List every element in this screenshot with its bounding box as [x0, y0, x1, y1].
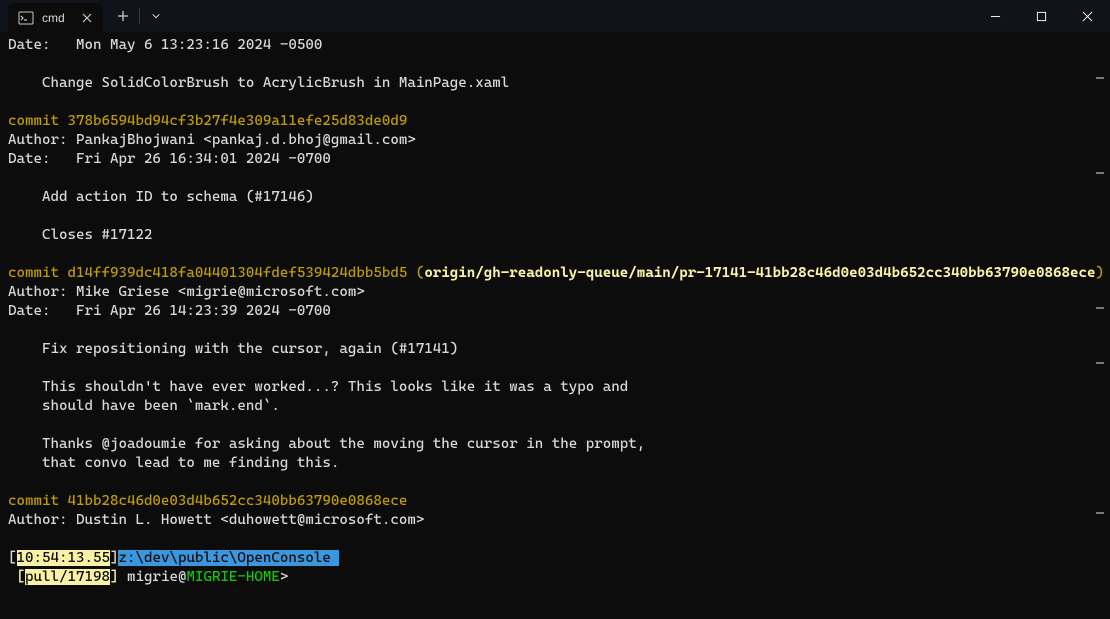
terminal-icon [18, 10, 34, 26]
commit-date: Date: Fri Apr 26 16:34:01 2024 -0700 [8, 151, 331, 167]
terminal-output[interactable]: Date: Mon May 6 13:23:16 2024 -0500 Chan… [0, 32, 1110, 619]
scroll-mark [1096, 512, 1104, 514]
commit-msg: Closes #17122 [8, 227, 152, 243]
branch-bracket: [ [8, 569, 25, 585]
window-controls [972, 0, 1110, 32]
branch-bracket: ] [110, 569, 127, 585]
close-tab-icon[interactable] [79, 10, 95, 26]
prompt-gt: > [280, 569, 289, 585]
log-line: Date: Mon May 6 13:23:16 2024 -0500 [8, 37, 322, 53]
prompt-time: 10:54:13.55 [17, 550, 110, 566]
commit-ref: origin/gh-readonly-queue/main/pr-17141-4… [424, 265, 1095, 281]
commit-msg: Thanks @joadoumie for asking about the m… [8, 436, 645, 452]
commit-author: Author: PankajBhojwani <pankaj.d.bhoj@gm… [8, 132, 416, 148]
tab-label: cmd [42, 11, 65, 25]
close-window-button[interactable] [1064, 0, 1110, 32]
new-tab-button[interactable] [109, 2, 137, 30]
prompt-bracket: [ [8, 550, 17, 566]
tabbar-divider [139, 8, 140, 24]
commit-msg: This shouldn't have ever worked...? This… [8, 379, 628, 395]
prompt-branch: pull/17198 [25, 569, 110, 585]
commit-msg: Add action ID to schema (#17146) [8, 189, 314, 205]
tabbar-buttons [109, 0, 170, 32]
commit-hash: commit 41bb28c46d0e03d4b652cc340bb63790e… [8, 493, 407, 509]
commit-msg: that convo lead to me finding this. [8, 455, 339, 471]
log-line: Change SolidColorBrush to AcrylicBrush i… [8, 75, 509, 91]
commit-author: Author: Mike Griese <migrie@microsoft.co… [8, 284, 365, 300]
ref-paren: ) [1096, 265, 1105, 281]
commit-hash: commit 378b6594bd94cf3b27f4e309a11efe25d… [8, 113, 407, 129]
prompt-path: z:\dev\public\OpenConsole [118, 550, 339, 566]
scroll-mark [1096, 362, 1104, 364]
commit-msg: should have been `mark.end`. [8, 398, 280, 414]
minimize-button[interactable] [972, 0, 1018, 32]
scroll-mark [1096, 172, 1104, 174]
commit-hash: commit d14ff939dc418fa04401304fdef539424… [8, 265, 416, 281]
prompt-host: MIGRIE-HOME [186, 569, 279, 585]
commit-msg: Fix repositioning with the cursor, again… [8, 341, 458, 357]
scroll-mark [1096, 77, 1104, 79]
titlebar: cmd [0, 0, 1110, 32]
tab-cmd[interactable]: cmd [8, 3, 103, 32]
maximize-button[interactable] [1018, 0, 1064, 32]
tab-dropdown-button[interactable] [142, 2, 170, 30]
commit-date: Date: Fri Apr 26 14:23:39 2024 -0700 [8, 303, 331, 319]
commit-author: Author: Dustin L. Howett <duhowett@micro… [8, 512, 424, 528]
scroll-mark [1096, 307, 1104, 309]
prompt-user: migrie [127, 569, 178, 585]
